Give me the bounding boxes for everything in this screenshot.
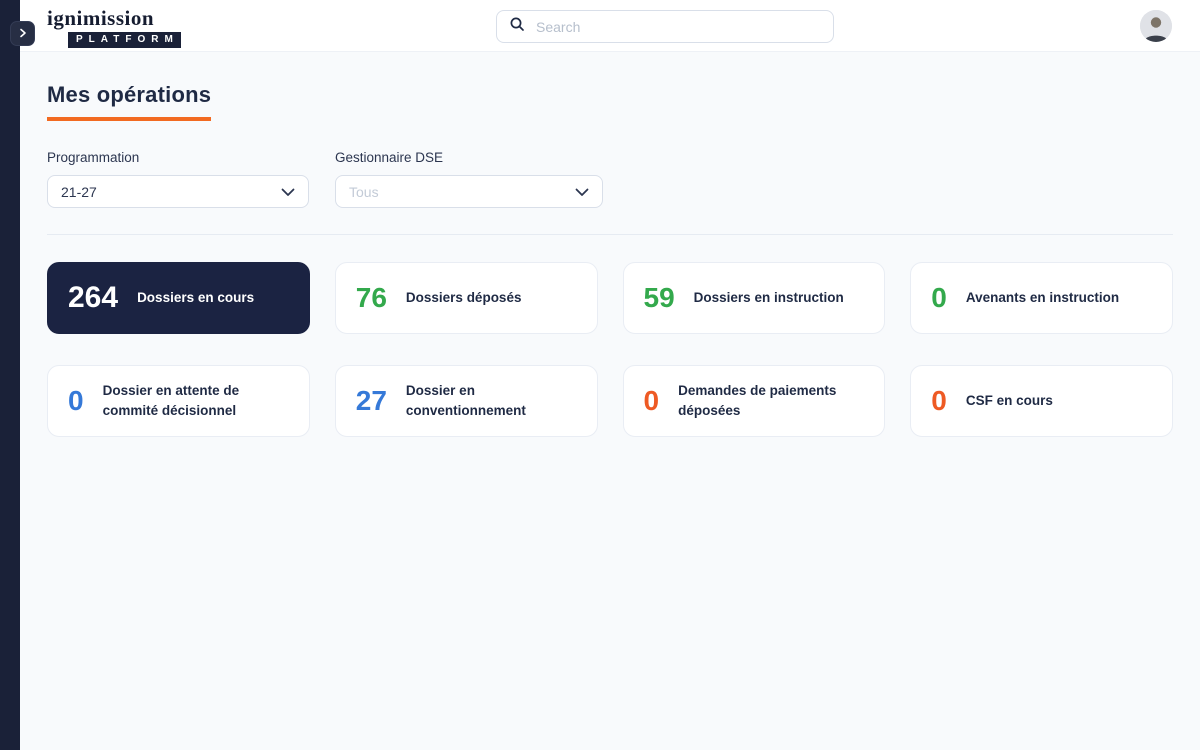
stat-label: Demandes de paiements déposées	[678, 382, 837, 418]
gestionnaire-dse-select[interactable]: Tous	[335, 175, 603, 208]
global-search[interactable]	[496, 10, 834, 43]
app-logo[interactable]: ignimission PLATFORM	[47, 8, 181, 48]
programmation-selected-value: 21-27	[61, 183, 97, 200]
stat-card-avenants-en-instruction[interactable]: 0 Avenants en instruction	[910, 262, 1173, 334]
chevron-down-icon	[281, 184, 295, 200]
stat-label: Dossier en conventionnement	[405, 382, 526, 418]
filters-row: Programmation 21-27 Gestionnaire DSE Tou…	[47, 150, 1173, 208]
filter-programmation: Programmation 21-27	[47, 150, 309, 208]
main-content: Mes opérations Programmation 21-27 Gesti…	[20, 52, 1200, 750]
filter-programmation-label: Programmation	[47, 150, 140, 165]
search-icon	[509, 16, 525, 37]
stat-value: 59	[643, 282, 675, 313]
search-input[interactable]	[534, 17, 821, 36]
stat-label: Avenants en instruction	[965, 289, 1120, 305]
stat-value: 0	[643, 385, 660, 416]
stat-value: 264	[68, 281, 119, 314]
logo-platform-badge: PLATFORM	[68, 32, 181, 48]
stat-label: Dossiers déposés	[405, 289, 522, 305]
section-divider	[47, 234, 1173, 235]
stat-label: Dossiers en instruction	[693, 289, 844, 305]
stat-card-dossiers-en-cours[interactable]: 264 Dossiers en cours	[47, 262, 310, 334]
stat-card-conventionnement[interactable]: 27 Dossier en conventionnement	[334, 365, 598, 437]
stat-card-dossiers-en-instruction[interactable]: 59 Dossiers en instruction	[622, 262, 886, 334]
stat-card-dossiers-deposes[interactable]: 76 Dossiers déposés	[334, 262, 598, 334]
person-icon	[1140, 10, 1172, 42]
stat-value: 0	[931, 385, 947, 416]
left-nav-strip	[0, 0, 20, 750]
stat-value: 27	[355, 385, 387, 416]
stat-card-attente-commite[interactable]: 0 Dossier en attente de commité décision…	[47, 365, 310, 437]
stat-card-csf-en-cours[interactable]: 0 CSF en cours	[910, 365, 1173, 437]
stat-label: CSF en cours	[965, 392, 1053, 408]
logo-wordmark: ignimission	[47, 6, 155, 30]
chevron-down-icon	[575, 184, 589, 200]
top-header: ignimission PLATFORM	[20, 0, 1200, 52]
filter-gestionnaire-dse: Gestionnaire DSE Tous	[335, 150, 603, 208]
stat-value: 76	[355, 282, 387, 313]
programmation-select[interactable]: 21-27	[47, 175, 309, 208]
page-title: Mes opérations	[47, 82, 212, 121]
sidebar-expand-button[interactable]	[10, 21, 35, 46]
gestionnaire-placeholder-value: Tous	[349, 183, 379, 200]
stat-card-demandes-paiements[interactable]: 0 Demandes de paiements déposées	[622, 365, 886, 437]
chevron-right-icon	[18, 25, 28, 43]
filter-gestionnaire-label: Gestionnaire DSE	[335, 150, 444, 165]
user-avatar[interactable]	[1140, 10, 1172, 42]
stat-value: 0	[931, 282, 947, 313]
stats-grid: 264 Dossiers en cours 76 Dossiers déposé…	[47, 262, 1173, 437]
stat-label: Dossiers en cours	[137, 289, 255, 305]
stat-label: Dossier en attente de commité décisionne…	[102, 382, 240, 418]
stat-value: 0	[68, 385, 84, 416]
